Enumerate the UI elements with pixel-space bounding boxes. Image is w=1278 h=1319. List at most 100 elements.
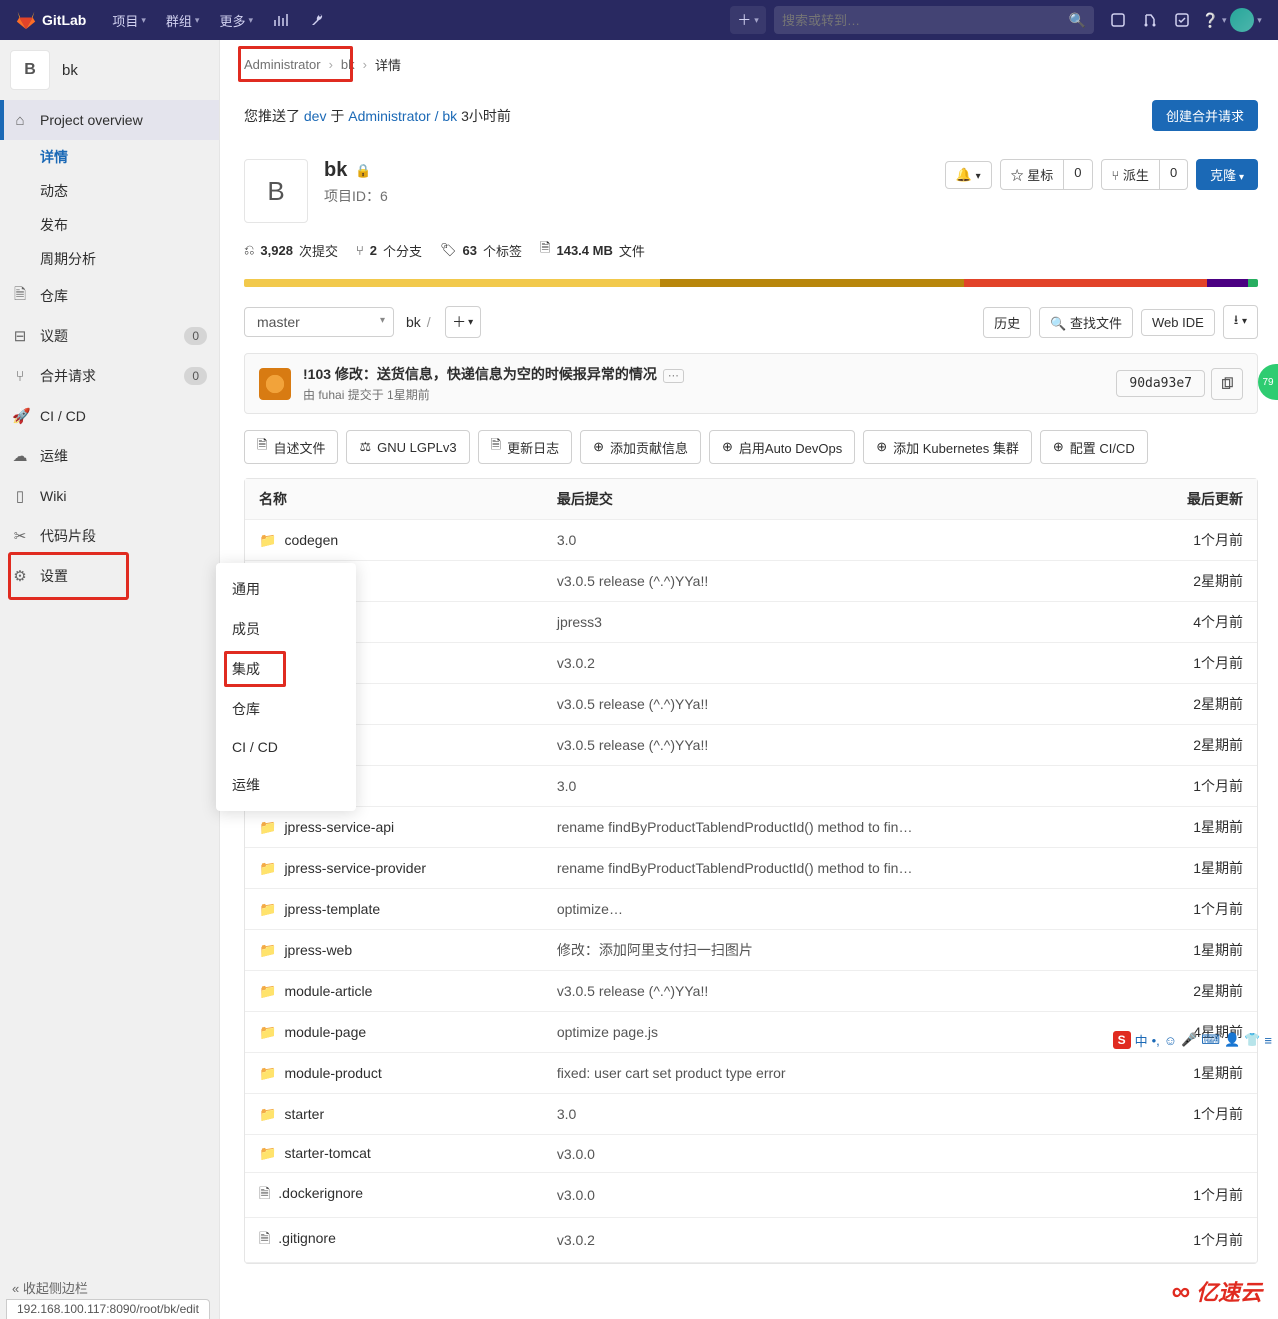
sidebar-settings[interactable]: ⚙设置 [0,556,219,596]
table-row[interactable]: 📁jpress-service-providerrename findByPro… [245,848,1257,889]
sidebar-sub-activity[interactable]: 动态 [0,174,219,208]
create-mr-button[interactable]: 创建合并请求 [1152,100,1258,131]
nav-user-menu[interactable]: ▾ [1230,0,1262,40]
stat-branches[interactable]: ⑂ 2 个分支 [356,239,422,261]
history-button[interactable]: 历史 [983,307,1031,338]
sidebar-project-link[interactable]: B bk [0,40,219,100]
file-last-commit[interactable]: optimize page.js [543,1012,1129,1053]
sidebar-sub-releases[interactable]: 发布 [0,208,219,242]
notifications-dropdown[interactable]: 🔔 ▾ [945,161,992,189]
fork-button[interactable]: ⑂ 派生0 [1101,159,1189,190]
nav-wrench-icon[interactable] [299,0,335,40]
file-last-commit[interactable]: v3.0.2 [543,643,1129,684]
stat-commits[interactable]: ⎌ 3,928 次提交 [244,239,338,261]
find-file-button[interactable]: 🔍 查找文件 [1039,307,1133,338]
file-last-commit[interactable]: 3.0 [543,520,1129,561]
table-row[interactable]: 📁onsv3.0.21个月前 [245,643,1257,684]
file-last-commit[interactable]: 3.0 [543,766,1129,807]
table-row[interactable]: 📁module-productfixed: user cart set prod… [245,1053,1257,1094]
pushed-target-link[interactable]: Administrator / bk [348,108,457,124]
chip-changelog[interactable]: 🗎 更新日志 [478,430,572,464]
file-last-commit[interactable]: v3.0.5 release (^.^)YYa!! [543,561,1129,602]
table-row[interactable]: 📁starter3.01个月前 [245,1094,1257,1135]
file-last-commit[interactable]: v3.0.2 [543,1218,1129,1263]
sidebar-wiki[interactable]: ▯Wiki [0,476,219,516]
nav-activity-icon[interactable] [263,0,299,40]
sidebar-sub-cycle[interactable]: 周期分析 [0,242,219,276]
chip-license[interactable]: ⚖ GNU LGPLv3 [346,430,469,464]
commit-title[interactable]: !103 修改：送货信息，快递信息为空的时候报异常的情况 [303,366,657,382]
nav-projects[interactable]: 项目▾ [102,0,156,40]
nav-issues-icon[interactable] [1102,0,1134,40]
path-root[interactable]: bk [406,314,421,330]
table-row[interactable]: 📁v3.0.5 release (^.^)YYa!!2星期前 [245,725,1257,766]
sidebar-repo[interactable]: 🗎仓库 [0,276,219,316]
file-last-commit[interactable]: v3.0.5 release (^.^)YYa!! [543,971,1129,1012]
nav-new-dropdown[interactable]: ＋▾ [730,6,766,34]
file-last-commit[interactable]: jpress3 [543,602,1129,643]
nav-todos-icon[interactable] [1166,0,1198,40]
table-row[interactable]: 📁codegen3.01个月前 [245,520,1257,561]
search-input[interactable] [782,13,1069,28]
table-row[interactable]: 📁module-articlev3.0.5 release (^.^)YYa!!… [245,971,1257,1012]
pushed-branch-link[interactable]: dev [304,108,327,124]
crumb-project[interactable]: bk [341,57,355,72]
clone-dropdown[interactable]: 克隆 [1196,159,1258,190]
file-last-commit[interactable]: optimize… [543,889,1129,930]
table-row[interactable]: 🗎.gitignorev3.0.21个月前 [245,1218,1257,1263]
file-last-commit[interactable]: v3.0.0 [543,1173,1129,1218]
search-icon[interactable]: 🔍 [1069,12,1086,29]
file-last-commit[interactable]: v3.0.0 [543,1135,1129,1173]
nav-groups[interactable]: 群组▾ [156,0,210,40]
commit-author-link[interactable]: fuhai [318,388,344,402]
sidebar-sub-details[interactable]: 详情 [0,140,219,174]
download-dropdown[interactable]: ⭳ ▾ [1223,305,1258,339]
sidebar-overview[interactable]: ⌂ Project overview [0,100,219,140]
flyout-general[interactable]: 通用 [216,569,356,609]
star-button[interactable]: ☆ 星标0 [1000,159,1093,190]
table-row[interactable]: 📁jpress-service-apirename findByProductT… [245,807,1257,848]
table-row[interactable]: 📁jpress-web修改：添加阿里支付扫一扫图片1星期前 [245,930,1257,971]
language-bar[interactable] [244,279,1258,287]
flyout-members[interactable]: 成员 [216,609,356,649]
commit-author-avatar[interactable] [259,368,291,400]
file-last-commit[interactable]: v3.0.5 release (^.^)YYa!! [543,725,1129,766]
stat-size[interactable]: 🗎 143.4 MB 文件 [540,239,645,261]
file-last-commit[interactable]: 3.0 [543,1094,1129,1135]
file-last-commit[interactable]: 修改：添加阿里支付扫一扫图片 [543,930,1129,971]
copy-sha-button[interactable] [1211,368,1243,400]
chip-cicd[interactable]: ⊕ 配置 CI/CD [1040,430,1148,464]
flyout-repo[interactable]: 仓库 [216,689,356,729]
table-row[interactable]: 📁module-pageoptimize page.js4星期前 [245,1012,1257,1053]
table-row[interactable]: 📁jpress34个月前 [245,602,1257,643]
nav-more[interactable]: 更多▾ [209,0,263,40]
flyout-cicd[interactable]: CI / CD [216,729,356,765]
sidebar-ops[interactable]: ☁运维 [0,436,219,476]
file-last-commit[interactable]: rename findByProductTablendProductId() m… [543,807,1129,848]
chip-autodevops[interactable]: ⊕ 启用Auto DevOps [709,430,855,464]
sidebar-cicd[interactable]: 🚀CI / CD [0,396,219,436]
chip-readme[interactable]: 🗎 自述文件 [244,430,338,464]
stat-tags[interactable]: 🏷 63 个标签 [440,239,522,261]
table-row[interactable]: 📁starter-tomcatv3.0.0 [245,1135,1257,1173]
crumb-admin[interactable]: Administrator [244,57,321,72]
table-row[interactable]: 🗎.dockerignorev3.0.01个月前 [245,1173,1257,1218]
commit-sha[interactable]: 90da93e7 [1116,370,1205,397]
chip-add-contrib[interactable]: ⊕ 添加贡献信息 [580,430,701,464]
branch-select[interactable]: master [244,307,394,337]
ime-toolbar[interactable]: S中 •, ☺ 🎤 ⌨ 👤 👕 ≡ [1113,1029,1272,1051]
commit-expand-icon[interactable]: ⋯ [663,369,684,383]
sidebar-issues[interactable]: ⊟议题0 [0,316,219,356]
add-file-dropdown[interactable]: ＋▾ [445,306,481,338]
sidebar-mr[interactable]: ⑂合并请求0 [0,356,219,396]
table-row[interactable]: 📁jpress-templateoptimize…1个月前 [245,889,1257,930]
nav-help-icon[interactable]: ❔▾ [1198,0,1230,40]
nav-mr-icon[interactable] [1134,0,1166,40]
web-ide-button[interactable]: Web IDE [1141,309,1215,336]
flyout-ops[interactable]: 运维 [216,765,356,805]
table-row[interactable]: 📁docv3.0.5 release (^.^)YYa!!2星期前 [245,561,1257,602]
table-row[interactable]: 📁mmonsv3.0.5 release (^.^)YYa!!2星期前 [245,684,1257,725]
file-last-commit[interactable]: v3.0.5 release (^.^)YYa!! [543,684,1129,725]
file-last-commit[interactable]: rename findByProductTablendProductId() m… [543,848,1129,889]
file-last-commit[interactable]: fixed: user cart set product type error [543,1053,1129,1094]
